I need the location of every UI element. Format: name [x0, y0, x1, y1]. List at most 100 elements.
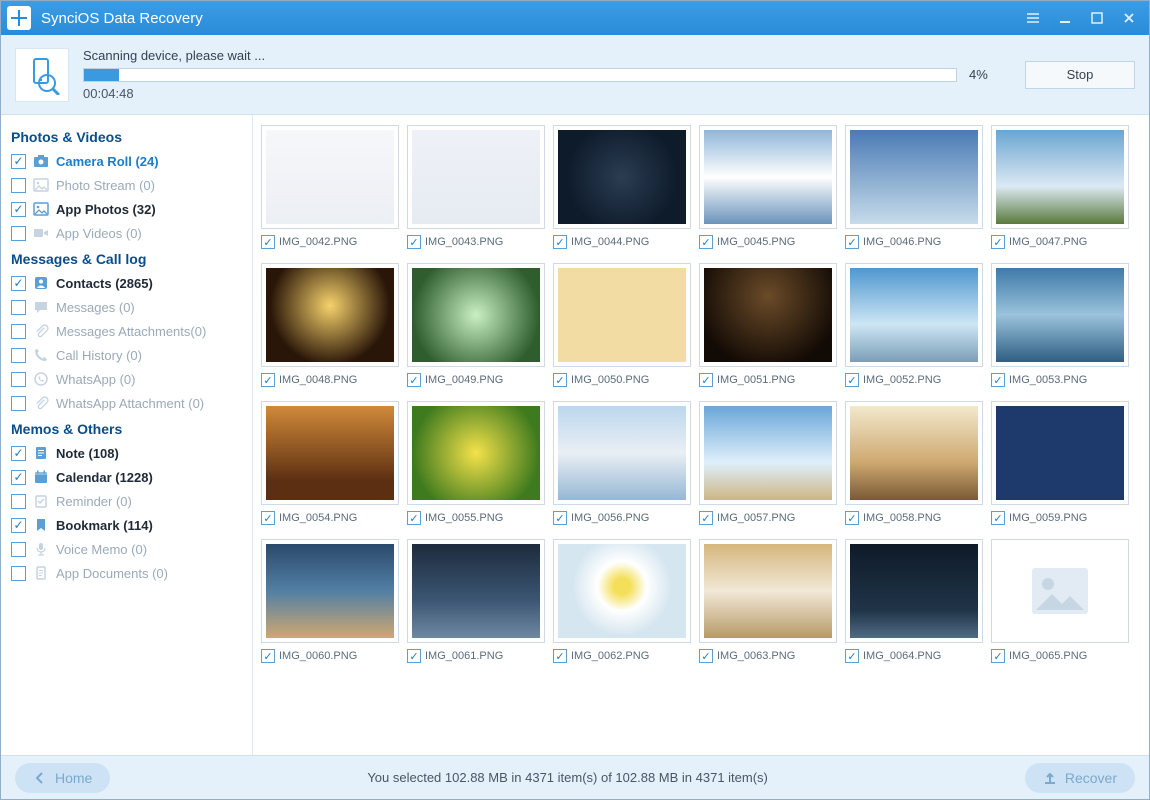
sidebar-item[interactable]: Reminder (0) — [11, 489, 246, 513]
thumbnail-item[interactable]: IMG_0046.PNG — [845, 125, 983, 253]
thumbnail-image[interactable] — [699, 125, 837, 229]
thumbnail-item[interactable]: IMG_0055.PNG — [407, 401, 545, 529]
thumbnail-image[interactable] — [261, 263, 399, 367]
checkbox-icon[interactable] — [991, 373, 1005, 387]
thumbnail-image[interactable] — [553, 401, 691, 505]
minimize-icon[interactable] — [1051, 7, 1079, 29]
thumbnail-image[interactable] — [845, 125, 983, 229]
thumbnail-item[interactable]: IMG_0044.PNG — [553, 125, 691, 253]
thumbnail-image[interactable] — [845, 539, 983, 643]
checkbox-icon[interactable] — [845, 373, 859, 387]
thumbnail-item[interactable]: IMG_0047.PNG — [991, 125, 1129, 253]
thumbnail-image[interactable] — [699, 263, 837, 367]
sidebar-item[interactable]: Note (108) — [11, 441, 246, 465]
thumbnail-image[interactable] — [991, 401, 1129, 505]
checkbox-icon[interactable] — [11, 300, 26, 315]
thumbnail-image[interactable] — [407, 125, 545, 229]
thumbnail-image[interactable] — [991, 539, 1129, 643]
thumbnail-image[interactable] — [261, 539, 399, 643]
checkbox-icon[interactable] — [991, 511, 1005, 525]
checkbox-icon[interactable] — [699, 511, 713, 525]
checkbox-icon[interactable] — [407, 511, 421, 525]
menu-icon[interactable] — [1019, 7, 1047, 29]
checkbox-icon[interactable] — [11, 566, 26, 581]
checkbox-icon[interactable] — [553, 511, 567, 525]
sidebar-item[interactable]: Calendar (1228) — [11, 465, 246, 489]
thumbnail-item[interactable]: IMG_0049.PNG — [407, 263, 545, 391]
thumbnail-image[interactable] — [845, 263, 983, 367]
checkbox-icon[interactable] — [261, 235, 275, 249]
sidebar-item[interactable]: Messages Attachments(0) — [11, 319, 246, 343]
thumbnail-image[interactable] — [407, 539, 545, 643]
thumbnail-item[interactable]: IMG_0051.PNG — [699, 263, 837, 391]
thumbnail-item[interactable]: IMG_0048.PNG — [261, 263, 399, 391]
thumbnail-pane[interactable]: IMG_0042.PNGIMG_0043.PNGIMG_0044.PNGIMG_… — [253, 115, 1149, 755]
maximize-icon[interactable] — [1083, 7, 1111, 29]
checkbox-icon[interactable] — [11, 154, 26, 169]
sidebar-item[interactable]: Call History (0) — [11, 343, 246, 367]
sidebar-item[interactable]: App Videos (0) — [11, 221, 246, 245]
checkbox-icon[interactable] — [11, 518, 26, 533]
checkbox-icon[interactable] — [11, 324, 26, 339]
sidebar-item[interactable]: Camera Roll (24) — [11, 149, 246, 173]
thumbnail-item[interactable]: IMG_0042.PNG — [261, 125, 399, 253]
sidebar-item[interactable]: Photo Stream (0) — [11, 173, 246, 197]
thumbnail-item[interactable]: IMG_0050.PNG — [553, 263, 691, 391]
thumbnail-item[interactable]: IMG_0043.PNG — [407, 125, 545, 253]
checkbox-icon[interactable] — [699, 649, 713, 663]
checkbox-icon[interactable] — [991, 235, 1005, 249]
checkbox-icon[interactable] — [407, 649, 421, 663]
thumbnail-image[interactable] — [261, 401, 399, 505]
thumbnail-item[interactable]: IMG_0062.PNG — [553, 539, 691, 667]
thumbnail-image[interactable] — [553, 125, 691, 229]
checkbox-icon[interactable] — [261, 373, 275, 387]
checkbox-icon[interactable] — [407, 373, 421, 387]
thumbnail-item[interactable]: IMG_0056.PNG — [553, 401, 691, 529]
thumbnail-item[interactable]: IMG_0061.PNG — [407, 539, 545, 667]
checkbox-icon[interactable] — [845, 649, 859, 663]
thumbnail-image[interactable] — [699, 401, 837, 505]
sidebar-item[interactable]: App Documents (0) — [11, 561, 246, 585]
thumbnail-image[interactable] — [261, 125, 399, 229]
thumbnail-item[interactable]: IMG_0057.PNG — [699, 401, 837, 529]
recover-button[interactable]: Recover — [1025, 763, 1135, 793]
thumbnail-item[interactable]: IMG_0059.PNG — [991, 401, 1129, 529]
checkbox-icon[interactable] — [11, 446, 26, 461]
checkbox-icon[interactable] — [261, 649, 275, 663]
checkbox-icon[interactable] — [991, 649, 1005, 663]
checkbox-icon[interactable] — [11, 470, 26, 485]
thumbnail-image[interactable] — [991, 125, 1129, 229]
checkbox-icon[interactable] — [11, 396, 26, 411]
thumbnail-item[interactable]: IMG_0063.PNG — [699, 539, 837, 667]
checkbox-icon[interactable] — [407, 235, 421, 249]
checkbox-icon[interactable] — [11, 372, 26, 387]
thumbnail-image[interactable] — [407, 401, 545, 505]
checkbox-icon[interactable] — [553, 649, 567, 663]
sidebar-item[interactable]: WhatsApp (0) — [11, 367, 246, 391]
sidebar-item[interactable]: App Photos (32) — [11, 197, 246, 221]
checkbox-icon[interactable] — [553, 373, 567, 387]
checkbox-icon[interactable] — [845, 511, 859, 525]
thumbnail-item[interactable]: IMG_0045.PNG — [699, 125, 837, 253]
checkbox-icon[interactable] — [11, 348, 26, 363]
thumbnail-item[interactable]: IMG_0058.PNG — [845, 401, 983, 529]
checkbox-icon[interactable] — [11, 542, 26, 557]
thumbnail-image[interactable] — [845, 401, 983, 505]
sidebar-item[interactable]: Messages (0) — [11, 295, 246, 319]
close-icon[interactable] — [1115, 7, 1143, 29]
checkbox-icon[interactable] — [699, 235, 713, 249]
sidebar-item[interactable]: Contacts (2865) — [11, 271, 246, 295]
checkbox-icon[interactable] — [11, 494, 26, 509]
sidebar-item[interactable]: Voice Memo (0) — [11, 537, 246, 561]
thumbnail-item[interactable]: IMG_0064.PNG — [845, 539, 983, 667]
checkbox-icon[interactable] — [11, 276, 26, 291]
thumbnail-image[interactable] — [553, 263, 691, 367]
thumbnail-item[interactable]: IMG_0052.PNG — [845, 263, 983, 391]
checkbox-icon[interactable] — [699, 373, 713, 387]
thumbnail-image[interactable] — [699, 539, 837, 643]
thumbnail-item[interactable]: IMG_0053.PNG — [991, 263, 1129, 391]
checkbox-icon[interactable] — [11, 226, 26, 241]
thumbnail-item[interactable]: IMG_0065.PNG — [991, 539, 1129, 667]
checkbox-icon[interactable] — [261, 511, 275, 525]
checkbox-icon[interactable] — [11, 178, 26, 193]
